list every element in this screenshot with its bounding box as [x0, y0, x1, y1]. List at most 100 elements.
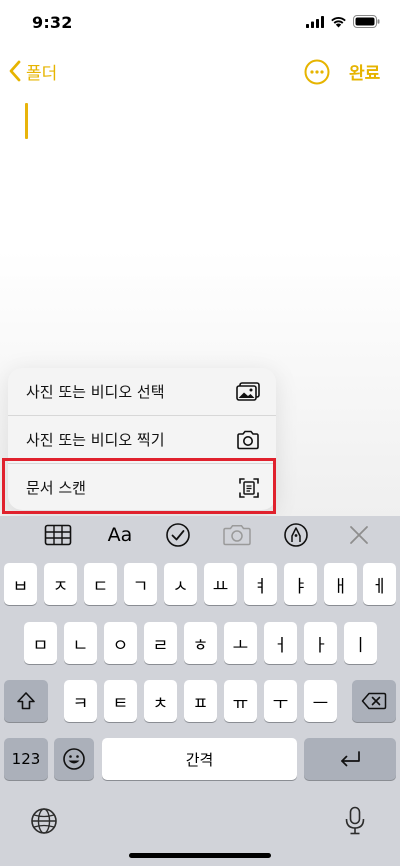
checklist-button[interactable] — [158, 520, 198, 550]
table-button[interactable] — [38, 520, 78, 550]
menu-item-label: 사진 또는 비디오 찍기 — [26, 431, 165, 449]
key-label: ㅠ — [232, 693, 249, 714]
key-label: ㅍ — [192, 693, 209, 714]
key-label: ㅔ — [371, 576, 388, 597]
more-options-button[interactable] — [304, 59, 330, 85]
emoji-key[interactable] — [54, 738, 94, 780]
space-key[interactable]: 간격 — [102, 738, 297, 780]
key[interactable]: ㅔ — [363, 563, 396, 605]
key[interactable]: ㄱ — [124, 563, 157, 605]
key[interactable]: ㄴ — [64, 622, 97, 664]
key-label: ㅂ — [12, 576, 29, 597]
key[interactable]: ㅋ — [64, 680, 97, 722]
back-button[interactable]: 폴더 — [8, 56, 57, 86]
emoji-icon — [63, 748, 85, 770]
key[interactable]: ㅜ — [264, 680, 297, 722]
scan-document-highlight — [2, 458, 276, 514]
key-label: ㅛ — [212, 576, 229, 597]
keyboard-toolbar: Aa — [0, 516, 400, 554]
delete-key[interactable] — [352, 680, 396, 722]
key-label: ㅎ — [192, 635, 209, 656]
camera-toolbar-button[interactable] — [217, 520, 257, 550]
key-label: ㅈ — [52, 576, 69, 597]
numbers-key-label: 123 — [11, 750, 41, 768]
text-cursor — [25, 103, 28, 139]
status-bar: 9:32 — [0, 0, 400, 46]
shift-key[interactable] — [4, 680, 48, 722]
globe-button[interactable] — [24, 806, 64, 836]
key-label: ㅑ — [292, 576, 309, 597]
close-toolbar-button[interactable] — [339, 520, 379, 550]
key-label: ㅡ — [312, 693, 329, 714]
key[interactable]: ㅣ — [344, 622, 377, 664]
globe-icon — [31, 808, 57, 834]
key[interactable]: ㅏ — [304, 622, 337, 664]
markup-button[interactable] — [276, 520, 316, 550]
key[interactable]: ㅊ — [144, 680, 177, 722]
chevron-left-icon — [9, 60, 21, 82]
key-label: ㅓ — [272, 635, 289, 656]
format-label: Aa — [107, 524, 133, 546]
key-label: ㅋ — [72, 693, 89, 714]
menu-item-take-photo-video[interactable]: 사진 또는 비디오 찍기 — [8, 416, 276, 463]
pen-circle-icon — [284, 523, 308, 547]
key[interactable]: ㅍ — [184, 680, 217, 722]
shift-icon — [17, 692, 35, 710]
key[interactable]: ㅕ — [244, 563, 277, 605]
key[interactable]: ㅡ — [304, 680, 337, 722]
ellipsis-circle-icon — [304, 59, 330, 85]
return-icon — [341, 751, 360, 767]
key[interactable]: ㅛ — [204, 563, 237, 605]
cellular-signal-icon — [306, 15, 324, 28]
key[interactable]: ㅠ — [224, 680, 257, 722]
menu-item-label: 사진 또는 비디오 선택 — [26, 383, 165, 401]
home-indicator[interactable] — [129, 853, 271, 858]
photo-icon — [236, 381, 260, 401]
back-button-label: 폴더 — [26, 63, 58, 84]
menu-item-choose-photo-video[interactable]: 사진 또는 비디오 선택 — [8, 368, 276, 415]
key-label: ㄱ — [132, 576, 149, 597]
camera-icon — [223, 525, 251, 546]
key-label: ㄷ — [92, 576, 109, 597]
key-label: ㅅ — [172, 576, 189, 597]
camera-icon — [237, 430, 259, 449]
key-label: ㅐ — [332, 576, 349, 597]
table-icon — [44, 524, 72, 546]
key[interactable]: ㅅ — [164, 563, 197, 605]
dictation-button[interactable] — [335, 806, 375, 836]
checkmark-circle-icon — [166, 523, 190, 547]
key-label: ㅜ — [272, 693, 289, 714]
key[interactable]: ㅑ — [284, 563, 317, 605]
format-button[interactable]: Aa — [100, 520, 140, 550]
key-label: ㄹ — [152, 635, 169, 656]
key-label: ㅇ — [112, 635, 129, 656]
key[interactable]: ㅐ — [324, 563, 357, 605]
key-label: ㅕ — [252, 576, 269, 597]
status-time: 9:32 — [32, 13, 73, 32]
key[interactable]: ㅁ — [24, 622, 57, 664]
key[interactable]: ㅌ — [104, 680, 137, 722]
key-label: ㅣ — [352, 635, 369, 656]
status-icons — [306, 15, 380, 28]
key[interactable]: ㅗ — [224, 622, 257, 664]
key-label: ㄴ — [72, 635, 89, 656]
numbers-key[interactable]: 123 — [4, 738, 48, 780]
wifi-icon — [331, 16, 346, 27]
key[interactable]: ㅓ — [264, 622, 297, 664]
key[interactable]: ㄷ — [84, 563, 117, 605]
key-label: ㅗ — [232, 635, 249, 656]
key-label: ㅌ — [112, 693, 129, 714]
key[interactable]: ㅂ — [4, 563, 37, 605]
key-label: ㅏ — [312, 635, 329, 656]
key[interactable]: ㅈ — [44, 563, 77, 605]
battery-icon — [353, 15, 380, 28]
key[interactable]: ㅇ — [104, 622, 137, 664]
key[interactable]: ㅎ — [184, 622, 217, 664]
delete-backward-icon — [361, 692, 387, 710]
key-label: ㅁ — [32, 635, 49, 656]
return-key[interactable] — [304, 738, 396, 780]
done-button[interactable]: 완료 — [349, 59, 380, 84]
key[interactable]: ㄹ — [144, 622, 177, 664]
microphone-icon — [345, 806, 365, 835]
space-key-label: 간격 — [185, 750, 214, 769]
